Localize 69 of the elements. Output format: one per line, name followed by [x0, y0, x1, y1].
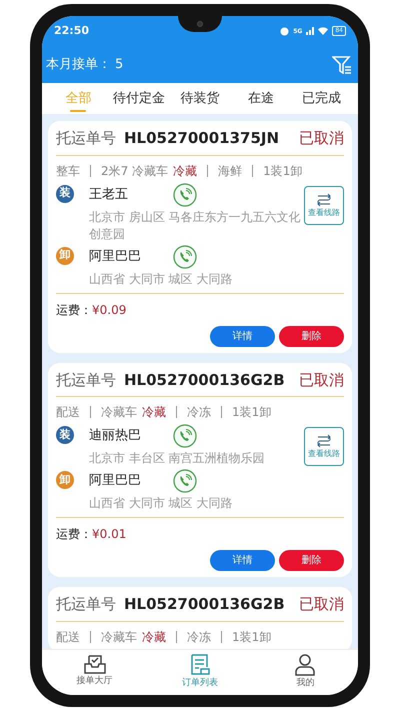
phone-call-icon[interactable] [173, 244, 197, 268]
stop-badge: 装 [56, 184, 74, 202]
order-tag: 2米7 冷藏车 [101, 162, 168, 180]
fee-label: 运费： [56, 526, 92, 543]
contact-name: 阿里巴巴 [89, 248, 142, 266]
stop-badge: 装 [56, 426, 74, 444]
order-number: HL05270001375JN [124, 128, 280, 149]
wifi-icon [318, 27, 328, 35]
route-icon [316, 434, 332, 448]
stop-address: 北京市 房山区 马各庄东方一九五六文化创意园 [89, 208, 302, 242]
delete-button[interactable]: 删除 [279, 550, 344, 571]
status-tab[interactable]: 在途 [230, 83, 292, 114]
order-number-label: 托运单号 [56, 594, 116, 615]
order-tag: 冷冻 [187, 628, 211, 646]
status-time: 22:50 [54, 22, 90, 39]
nav-tab[interactable]: 接单大厅 [42, 650, 148, 695]
document-list-icon [190, 654, 210, 676]
nav-tab[interactable]: 我的 [252, 650, 358, 695]
filter-icon[interactable] [332, 56, 352, 74]
status-tab[interactable]: 待付定金 [108, 83, 170, 114]
nav-tab[interactable]: 订单列表 [147, 650, 253, 695]
view-route-button[interactable]: 查看线路 [304, 186, 344, 224]
order-number-label: 托运单号 [56, 370, 116, 390]
order-tag: 海鲜 [218, 162, 242, 180]
order-tag: 配送 [56, 628, 80, 646]
delete-button[interactable]: 删除 [279, 326, 344, 346]
inbox-check-icon [84, 654, 106, 674]
order-status: 已取消 [299, 594, 344, 615]
order-tag: 1装1卸 [263, 162, 302, 180]
stop-address: 山西省 大同市 城区 大同路 [89, 495, 234, 512]
monthly-orders-count: 5 [115, 56, 124, 74]
details-button[interactable]: 详情 [210, 550, 275, 571]
order-tag: 冷藏车 [101, 403, 137, 421]
stop-badge: 卸 [56, 471, 74, 489]
camera-notch [178, 16, 222, 32]
order-status: 已取消 [299, 370, 344, 390]
phone-call-icon[interactable] [173, 469, 197, 493]
fee-amount: ¥0.09 [92, 302, 126, 318]
stop-badge: 卸 [56, 246, 74, 264]
monthly-orders-label: 本月接单： [46, 56, 111, 74]
user-icon [295, 654, 316, 676]
phone-call-icon[interactable] [173, 182, 197, 206]
order-tag: 冷冻 [187, 403, 211, 421]
order-tag: 冷藏 [173, 162, 198, 180]
order-tag: 1装1卸 [232, 628, 272, 646]
order-tag: 冷藏 [142, 628, 166, 646]
order-tag: 冷藏车 [101, 628, 137, 646]
details-button[interactable]: 详情 [210, 326, 275, 346]
order-number: HL0527000136G2B [124, 370, 285, 390]
status-tab[interactable]: 待装货 [170, 83, 230, 114]
signal-icon [306, 27, 314, 35]
phone-call-icon[interactable] [173, 424, 197, 448]
order-tag: 配送 [56, 403, 80, 421]
status-tab[interactable]: 已完成 [291, 83, 352, 114]
contact-name: 阿里巴巴 [89, 472, 142, 490]
order-status: 已取消 [299, 128, 344, 149]
order-number: HL0527000136G2B [124, 594, 285, 615]
order-tag: 1装1卸 [232, 403, 272, 421]
route-icon [316, 192, 332, 206]
order-tag: 整车 [56, 162, 80, 180]
stop-address: 山西省 大同市 城区 大同路 [89, 270, 234, 288]
contact-name: 王老五 [89, 186, 129, 204]
stop-address: 北京市 丰台区 南宫五洲植物乐园 [89, 450, 266, 467]
order-number-label: 托运单号 [56, 128, 116, 149]
fee-label: 运费： [56, 302, 92, 318]
contact-name: 迪丽热巴 [89, 427, 142, 446]
order-tag: 冷藏 [142, 403, 166, 421]
fee-amount: ¥0.01 [92, 526, 126, 543]
view-route-button[interactable]: 查看线路 [304, 427, 344, 466]
